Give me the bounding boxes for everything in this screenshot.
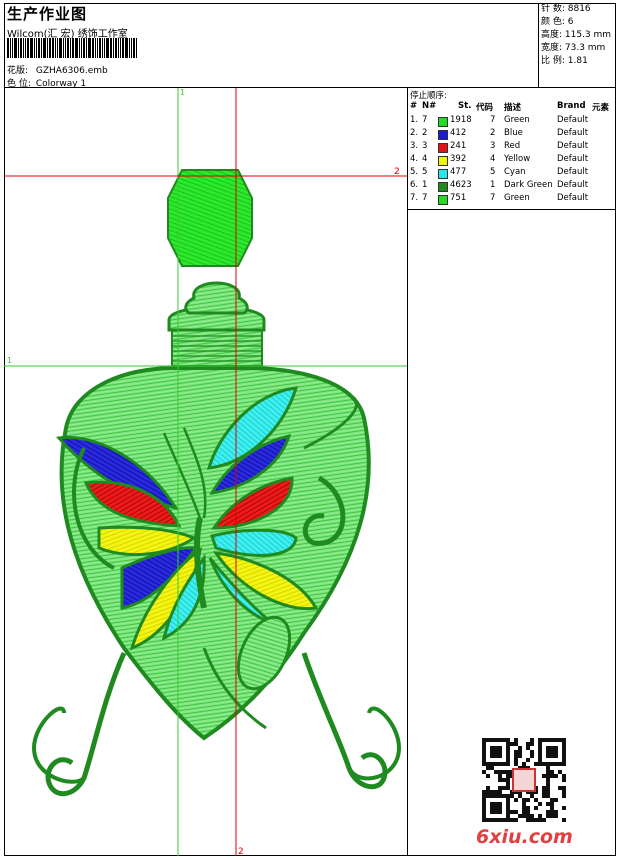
col-desc: 描述 (504, 103, 522, 113)
row-needle: 5 (422, 167, 428, 177)
row-brand: Default (557, 128, 589, 138)
color-swatch (438, 130, 448, 140)
stop-row: 5. 5 477 5 Cyan Default (408, 167, 616, 180)
stop-row: 1. 7 1918 7 Green Default (408, 115, 616, 128)
row-stitches: 4623 (450, 180, 472, 190)
row-code: 5 (490, 167, 496, 177)
row-num: 3. (410, 141, 419, 151)
row-num: 5. (410, 167, 419, 177)
row-desc: Green (504, 193, 530, 203)
guide-h2-label: 2 (394, 167, 400, 177)
col-num: # (410, 101, 418, 111)
color-swatch (438, 117, 448, 127)
row-desc: Yellow (504, 154, 531, 164)
wing-cyan-right (210, 528, 298, 557)
row-brand: Default (557, 115, 589, 125)
row-code: 4 (490, 154, 496, 164)
row-stitches: 477 (450, 167, 467, 177)
row-stitches: 1918 (450, 115, 472, 125)
row-stitches: 392 (450, 154, 467, 164)
row-needle: 3 (422, 141, 428, 151)
design-row: 花版: GZHA6306.emb (7, 63, 108, 76)
row-num: 7. (410, 193, 419, 203)
stitch-count: 针 数: 8816 (541, 4, 591, 14)
row-desc: Cyan (504, 167, 526, 177)
stand-left (45, 651, 127, 797)
row-needle: 1 (422, 180, 428, 190)
color-swatch (438, 169, 448, 179)
guide-v2-label: 2 (238, 847, 244, 856)
row-num: 2. (410, 128, 419, 138)
row-code: 3 (490, 141, 496, 151)
row-num: 1. (410, 115, 419, 125)
guide-h1-label: 1 (7, 356, 12, 365)
barcode (7, 38, 157, 58)
stop-row: 4. 4 392 4 Yellow Default (408, 154, 616, 167)
row-brand: Default (557, 141, 589, 151)
row-stitches: 412 (450, 128, 467, 138)
design-label: 花版: (7, 66, 29, 76)
color-count: 颜 色: 6 (541, 17, 574, 27)
row-needle: 4 (422, 154, 428, 164)
row-code: 1 (490, 180, 496, 190)
qr-code (482, 738, 566, 826)
color-swatch (438, 156, 448, 166)
design-canvas[interactable]: 1 1 2 2 (4, 88, 408, 856)
row-code: 2 (490, 128, 496, 138)
col-brand: Brand (557, 101, 586, 111)
row-desc: Red (504, 141, 521, 151)
stop-sequence-title: 停止顺序: (410, 91, 447, 101)
color-swatch (438, 182, 448, 192)
stand-right (301, 652, 388, 790)
col-code: 代码 (476, 103, 494, 113)
col-needle: N# (422, 101, 437, 111)
design-height: 高度: 115.3 mm (541, 30, 612, 40)
row-num: 4. (410, 154, 419, 164)
stop-sequence-panel: 停止顺序: # N# St. 代码 描述 Brand 元素 1. 7 1918 7 Gr… (408, 88, 616, 210)
row-desc: Green (504, 115, 530, 125)
row-desc: Dark Green (504, 180, 553, 190)
row-brand: Default (557, 193, 589, 203)
color-swatch (438, 143, 448, 153)
stop-row: 2. 2 412 2 Blue Default (408, 128, 616, 141)
embroidery-preview: 1 1 2 2 (4, 88, 407, 856)
row-code: 7 (490, 115, 496, 125)
row-brand: Default (557, 154, 589, 164)
row-brand: Default (557, 167, 589, 177)
stop-row: 6. 1 4623 1 Dark Green Default (408, 180, 616, 193)
row-needle: 7 (422, 115, 428, 125)
row-num: 6. (410, 180, 419, 190)
guide-v1-label: 1 (180, 88, 185, 97)
row-code: 7 (490, 193, 496, 203)
header-panel: 生产作业图 Wilcom(汇 宏) 绣饰工作室 花版: GZHA6306.emb… (4, 3, 539, 89)
col-stitches: St. (458, 101, 472, 111)
row-desc: Blue (504, 128, 523, 138)
row-stitches: 241 (450, 141, 467, 151)
row-stitches: 751 (450, 193, 467, 203)
row-brand: Default (557, 180, 589, 190)
color-swatch (438, 195, 448, 205)
watermark-text: 6xiu.com (476, 826, 573, 848)
design-width: 宽度: 73.3 mm (541, 43, 606, 53)
stop-row: 7. 7 751 7 Green Default (408, 193, 616, 206)
row-needle: 7 (422, 193, 428, 203)
row-needle: 2 (422, 128, 428, 138)
sheet-title: 生产作业图 (7, 5, 88, 23)
stopper-ball (167, 169, 253, 267)
stop-row: 3. 3 241 3 Red Default (408, 141, 616, 154)
design-value: GZHA6306.emb (35, 66, 108, 76)
design-scale: 比 例: 1.81 (541, 56, 588, 66)
col-element: 元素 (592, 103, 610, 113)
stats-panel: 针 数: 8816 颜 色: 6 高度: 115.3 mm 宽度: 73.3 m… (539, 3, 616, 88)
